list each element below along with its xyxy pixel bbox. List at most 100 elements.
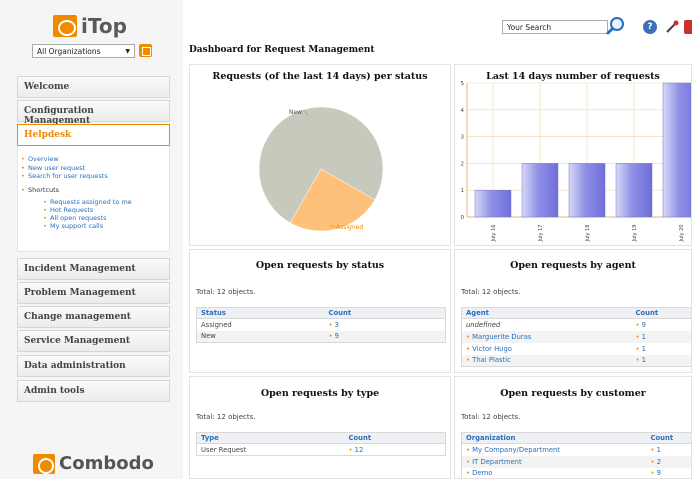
organization-link[interactable]: My Company/Department [462, 444, 647, 456]
agent-total: Total: 12 objects. [461, 288, 521, 296]
bar-july-16[interactable] [474, 189, 512, 218]
table-row: Marguerite Duras 1 [461, 330, 691, 343]
organization-link[interactable]: IT Department [461, 455, 647, 468]
status-header[interactable]: Status [196, 307, 325, 319]
bar-july-20[interactable] [662, 82, 692, 218]
type-total: Total: 12 objects. [196, 413, 256, 421]
pie-chart: New Assigned [258, 106, 384, 232]
menu-service-label: Service Management [24, 336, 131, 346]
tools-icon[interactable] [665, 20, 679, 34]
link-search-user-requests[interactable]: Search for user requests [21, 172, 108, 180]
count-link[interactable]: 3 [325, 319, 446, 331]
table-row: My Company/Department 1 [462, 444, 692, 456]
table-row: IT Department 2 [461, 455, 691, 468]
menu-configuration-label: Configuration Management [24, 106, 94, 126]
count-header[interactable]: Count [631, 307, 691, 319]
table-row: Thai Plastic 1 [461, 354, 691, 367]
agent-header[interactable]: Agent [461, 307, 632, 319]
link-overview[interactable]: Overview [21, 155, 59, 163]
status-cell: New [196, 330, 325, 343]
menu-admin-tools[interactable]: Admin tools [17, 380, 170, 402]
x-tick-label: July 20 [679, 225, 685, 243]
organization-header[interactable]: Organization [461, 432, 647, 444]
link-my-support-calls[interactable]: My support calls [43, 222, 103, 230]
itop-logo-text: iTop [81, 14, 127, 38]
menu-incident-label: Incident Management [24, 264, 136, 274]
customer-dashlet-title: Open requests by customer [500, 388, 646, 399]
y-tick-label: 0 [461, 215, 465, 221]
logoff-icon[interactable] [684, 20, 692, 34]
agent-link[interactable]: Victor Hugo [462, 343, 632, 355]
bar-july-18[interactable] [568, 163, 606, 218]
agent-link[interactable]: Marguerite Duras [461, 330, 632, 343]
organization-search-button[interactable] [139, 44, 152, 57]
count-link[interactable]: 12 [345, 444, 446, 456]
customer-total: Total: 12 objects. [461, 413, 521, 421]
agent-cell: undefined [466, 320, 501, 329]
pie-label-assigned: Assigned [336, 224, 363, 231]
status-dashlet-title: Open requests by status [255, 260, 385, 271]
type-header[interactable]: Type [196, 432, 345, 444]
count-link[interactable]: 1 [647, 444, 692, 456]
menu-welcome-label: Welcome [24, 82, 70, 92]
help-icon[interactable]: ? [643, 20, 657, 34]
combodo-logo: Combodo [33, 453, 154, 474]
status-dashlet: Open requests by status Total: 12 object… [189, 249, 451, 373]
combodo-logo-icon [33, 453, 55, 474]
itop-logo[interactable]: iTop [53, 13, 127, 39]
search-icon[interactable] [606, 16, 626, 36]
count-link[interactable]: 1 [631, 354, 691, 367]
menu-problem-label: Problem Management [24, 288, 136, 298]
count-link[interactable]: 9 [632, 319, 692, 331]
agent-link[interactable]: Thai Plastic [461, 354, 632, 367]
count-header[interactable]: Count [324, 307, 446, 319]
link-requests-assigned-to-me[interactable]: Requests assigned to me [43, 198, 132, 206]
chevron-down-icon: ▼ [125, 48, 130, 55]
link-hot-requests[interactable]: Hot Requests [43, 206, 93, 214]
count-header[interactable]: Count [646, 432, 691, 444]
menu-helpdesk[interactable]: Helpdesk [17, 124, 170, 146]
table-row: Demo 9 [462, 468, 692, 479]
count-link[interactable]: 1 [631, 330, 691, 343]
link-new-user-request[interactable]: New user request [21, 164, 85, 172]
global-search-input[interactable]: Your Search [502, 20, 608, 34]
agent-dashlet-title: Open requests by agent [510, 260, 636, 271]
y-tick-label: 3 [461, 135, 465, 141]
link-all-open-requests[interactable]: All open requests [43, 214, 106, 222]
menu-service-management[interactable]: Service Management [17, 330, 170, 352]
menu-incident-management[interactable]: Incident Management [17, 258, 170, 280]
status-cell: Assigned [201, 320, 232, 329]
organization-select[interactable]: All Organizations ▼ [32, 44, 135, 58]
type-dashlet: Open requests by type Total: 12 objects.… [189, 376, 451, 479]
global-search-value: Your Search [507, 23, 552, 32]
menu-change-label: Change management [24, 312, 131, 322]
customer-table: Organization Count My Company/Department… [461, 432, 692, 479]
itop-logo-icon [53, 15, 77, 37]
bar-chart-dashlet: Last 14 days number of requests 0 1 2 3 4 5 Ju… [454, 64, 692, 246]
y-tick-label: 1 [461, 188, 465, 194]
count-link[interactable]: 9 [324, 330, 446, 343]
type-table: Type Count User Request 12 [196, 432, 446, 456]
count-link[interactable]: 1 [632, 343, 692, 355]
count-link[interactable]: 9 [647, 468, 692, 479]
pie-chart-dashlet: Requests (of the last 14 days) per statu… [189, 64, 451, 246]
dashboard-title: Dashboard for Request Management [189, 45, 375, 55]
menu-data-administration[interactable]: Data administration [17, 355, 170, 377]
pie-label-new: New [289, 109, 302, 116]
menu-helpdesk-label: Helpdesk [24, 130, 72, 140]
menu-problem-management[interactable]: Problem Management [17, 282, 170, 304]
bar-july-17[interactable] [521, 163, 559, 218]
menu-welcome[interactable]: Welcome [17, 76, 170, 98]
organization-link[interactable]: Demo [462, 468, 647, 479]
sidebar: iTop All Organizations ▼ Welcome Configu… [0, 0, 183, 479]
count-link[interactable]: 2 [646, 455, 691, 468]
bar-july-19[interactable] [615, 163, 653, 218]
x-tick-label: July 19 [632, 225, 638, 243]
menu-configuration-management[interactable]: Configuration Management [17, 100, 170, 126]
menu-change-management[interactable]: Change management [17, 306, 170, 328]
x-tick-label: July 17 [538, 225, 544, 243]
table-row: User Request 12 [197, 444, 446, 456]
menu-data-admin-label: Data administration [24, 361, 126, 371]
status-table: Status Count Assigned 3 New 9 [196, 307, 446, 343]
count-header[interactable]: Count [344, 432, 446, 444]
